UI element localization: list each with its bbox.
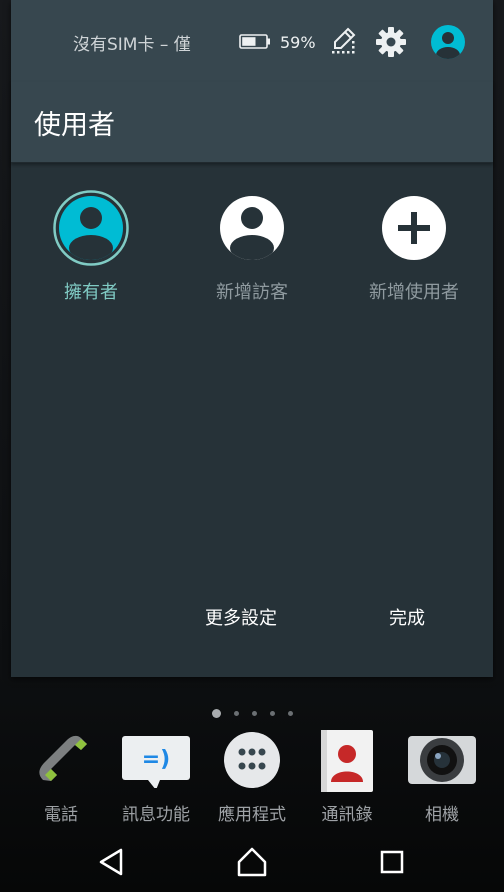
panel-title: 使用者 (34, 110, 115, 141)
battery-icon (239, 34, 271, 49)
user-tile-owner[interactable]: 擁有者 (11, 190, 171, 304)
dock-app-contacts[interactable]: 通訊錄 (297, 728, 397, 825)
panel-header: 使用者 (11, 82, 493, 163)
user-label-add-guest: 新增訪客 (216, 282, 288, 303)
home-icon[interactable] (232, 842, 272, 882)
dock-label: 相機 (425, 805, 459, 825)
page-dot (269, 711, 275, 716)
back-icon[interactable] (92, 842, 132, 882)
navigation-bar (0, 830, 504, 892)
svg-text:=): =) (142, 747, 171, 772)
dock-app-phone[interactable]: 電話 (11, 728, 111, 825)
owner-avatar-icon (53, 190, 129, 266)
user-tile-add-user[interactable]: 新增使用者 (334, 190, 494, 304)
dock-app-messaging[interactable]: =) 訊息功能 (106, 728, 206, 825)
done-button[interactable]: 完成 (383, 600, 431, 634)
quick-settings-panel: 沒有SIM卡 – 僅 59% 使用者 擁有者 新增訪客 新增使用者 更多設定 完… (11, 0, 493, 677)
gear-icon[interactable] (375, 26, 407, 58)
apps-icon (222, 728, 282, 788)
camera-icon (406, 728, 478, 788)
user-tile-add-guest[interactable]: 新增訪客 (172, 190, 332, 304)
battery-percent: 59% (280, 33, 316, 52)
contacts-icon (317, 728, 377, 792)
recents-icon[interactable] (372, 842, 412, 882)
dock-label: 電話 (44, 805, 78, 825)
page-dot (251, 711, 257, 716)
user-label-owner: 擁有者 (64, 282, 118, 303)
user-label-add-user: 新增使用者 (369, 282, 459, 303)
dock-app-camera[interactable]: 相機 (392, 728, 492, 825)
dock-label: 通訊錄 (321, 805, 373, 825)
page-indicator (0, 709, 504, 718)
page-dot (287, 711, 293, 716)
guest-avatar-icon (214, 190, 290, 266)
add-icon (376, 190, 452, 266)
messaging-icon: =) (120, 728, 192, 790)
dock-label: 應用程式 (218, 805, 286, 825)
app-dock: 電話 =) 訊息功能 應用程式 通訊錄 相機 (0, 728, 504, 828)
page-dot (233, 711, 239, 716)
dock-app-apps[interactable]: 應用程式 (202, 728, 302, 825)
more-settings-button[interactable]: 更多設定 (199, 600, 283, 634)
status-bar: 沒有SIM卡 – 僅 59% (11, 0, 493, 82)
edit-icon[interactable] (331, 27, 357, 55)
carrier-text: 沒有SIM卡 – 僅 (73, 35, 191, 55)
phone-icon (31, 728, 91, 788)
dock-label: 訊息功能 (122, 805, 190, 825)
user-avatar-icon[interactable] (430, 24, 466, 60)
page-dot-active (211, 709, 221, 718)
